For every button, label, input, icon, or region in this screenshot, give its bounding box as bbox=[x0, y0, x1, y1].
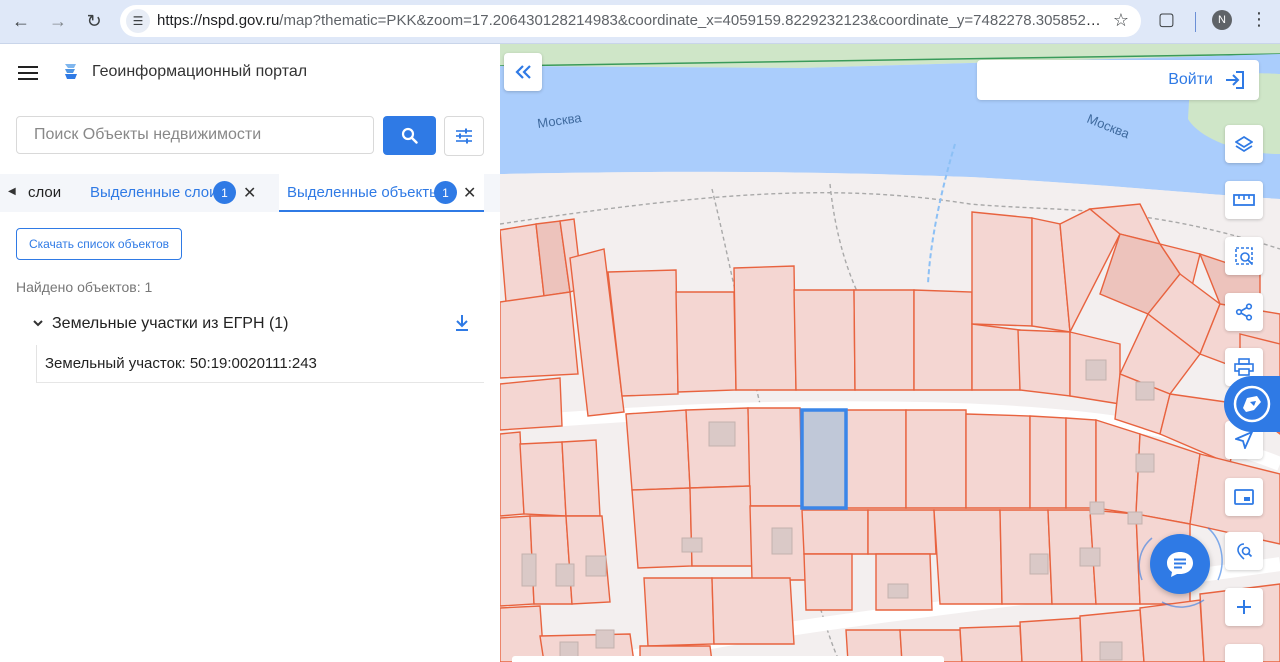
picture-in-picture-button[interactable] bbox=[1225, 478, 1263, 516]
geosearch-button[interactable] bbox=[1225, 532, 1263, 570]
login-label: Войти bbox=[1168, 71, 1213, 88]
pip-icon bbox=[1234, 489, 1254, 505]
zoom-in-icon bbox=[1237, 600, 1251, 614]
url-text[interactable]: https://nspd.gov.ru/map?thematic=PKK&zoo… bbox=[157, 12, 1107, 29]
navigate-icon bbox=[1235, 431, 1253, 449]
side-panel: Геоинформационный портал ◀ слои Выделенн… bbox=[0, 44, 500, 662]
collapse-panel-button[interactable] bbox=[504, 53, 542, 91]
tab-selected-objects[interactable]: Выделенные объекты bbox=[287, 184, 440, 201]
download-list-button[interactable]: Скачать список объектов bbox=[16, 228, 182, 260]
ruler-button[interactable] bbox=[1225, 181, 1263, 219]
share-icon bbox=[1235, 303, 1253, 321]
layers-icon bbox=[1235, 135, 1253, 153]
bookmark-star-icon[interactable]: ☆ bbox=[1113, 10, 1129, 31]
browser-menu-icon[interactable]: ⋮ bbox=[1250, 9, 1268, 30]
chat-icon bbox=[1167, 552, 1193, 577]
tab-scroll-left-icon[interactable]: ◀ bbox=[8, 186, 16, 197]
print-icon bbox=[1234, 358, 1254, 376]
selected-layers-count-badge: 1 bbox=[213, 181, 236, 204]
double-chevron-left-icon bbox=[515, 65, 531, 79]
tab-layers[interactable]: слои bbox=[28, 184, 61, 201]
download-icon[interactable] bbox=[454, 314, 470, 332]
feedback-widget[interactable] bbox=[1224, 376, 1280, 432]
group-land-plots[interactable]: Земельные участки из ЕГРН (1) bbox=[52, 315, 289, 333]
reload-icon[interactable]: ↻ bbox=[81, 8, 107, 34]
sliders-icon bbox=[456, 128, 472, 144]
zoom-in-button[interactable] bbox=[1225, 588, 1263, 626]
tab-selected-layers[interactable]: Выделенные слои bbox=[90, 184, 217, 201]
selected-objects-count-badge: 1 bbox=[434, 181, 457, 204]
land-plot-label: Земельный участок: 50:19:0020111:243 bbox=[45, 355, 317, 372]
portal-title: Геоинформационный портал bbox=[92, 63, 308, 80]
selected-parcel[interactable] bbox=[800, 408, 848, 510]
filter-button[interactable] bbox=[444, 116, 484, 156]
close-selected-objects-icon[interactable]: ✕ bbox=[463, 183, 476, 203]
map-bottom-panel bbox=[512, 656, 944, 662]
close-selected-layers-icon[interactable]: ✕ bbox=[243, 183, 256, 203]
extensions-icon[interactable]: ▢ bbox=[1158, 9, 1175, 30]
profile-avatar[interactable]: N bbox=[1212, 10, 1232, 30]
portal-logo-icon bbox=[65, 64, 77, 79]
chat-button[interactable] bbox=[1150, 534, 1210, 594]
search-icon bbox=[401, 127, 418, 144]
search-button[interactable] bbox=[383, 116, 436, 155]
address-bar[interactable]: ☰ https://nspd.gov.ru/map?thematic=PKK&z… bbox=[120, 5, 1141, 37]
found-count: Найдено объектов: 1 bbox=[16, 279, 153, 295]
login-button[interactable]: Войти bbox=[977, 60, 1259, 100]
select-area-icon bbox=[1235, 247, 1253, 265]
toolbar-divider bbox=[1195, 12, 1196, 32]
back-icon[interactable]: ← bbox=[8, 8, 34, 34]
share-button[interactable] bbox=[1225, 293, 1263, 331]
geosearch-icon bbox=[1237, 543, 1253, 560]
tab-bar: ◀ слои Выделенные слои 1 ✕ Выделенные об… bbox=[0, 174, 500, 212]
search-input[interactable] bbox=[32, 117, 366, 153]
hamburger-menu-icon[interactable] bbox=[18, 66, 38, 80]
search-box bbox=[16, 116, 374, 154]
select-area-button[interactable] bbox=[1225, 237, 1263, 275]
chevron-down-icon[interactable] bbox=[32, 317, 44, 329]
ruler-icon bbox=[1233, 194, 1255, 206]
list-item-land-plot[interactable]: Земельный участок: 50:19:0020111:243 bbox=[36, 345, 484, 383]
layers-button[interactable] bbox=[1225, 125, 1263, 163]
login-icon bbox=[1226, 71, 1244, 89]
active-tab-indicator bbox=[279, 210, 484, 212]
forward-icon[interactable]: → bbox=[45, 8, 71, 34]
site-info-icon[interactable]: ☰ bbox=[126, 9, 150, 33]
gosuslugi-feedback-icon bbox=[1233, 385, 1271, 423]
browser-toolbar: ← → ↻ ☰ https://nspd.gov.ru/map?thematic… bbox=[0, 0, 1280, 44]
zoom-out-button[interactable] bbox=[1225, 644, 1263, 662]
